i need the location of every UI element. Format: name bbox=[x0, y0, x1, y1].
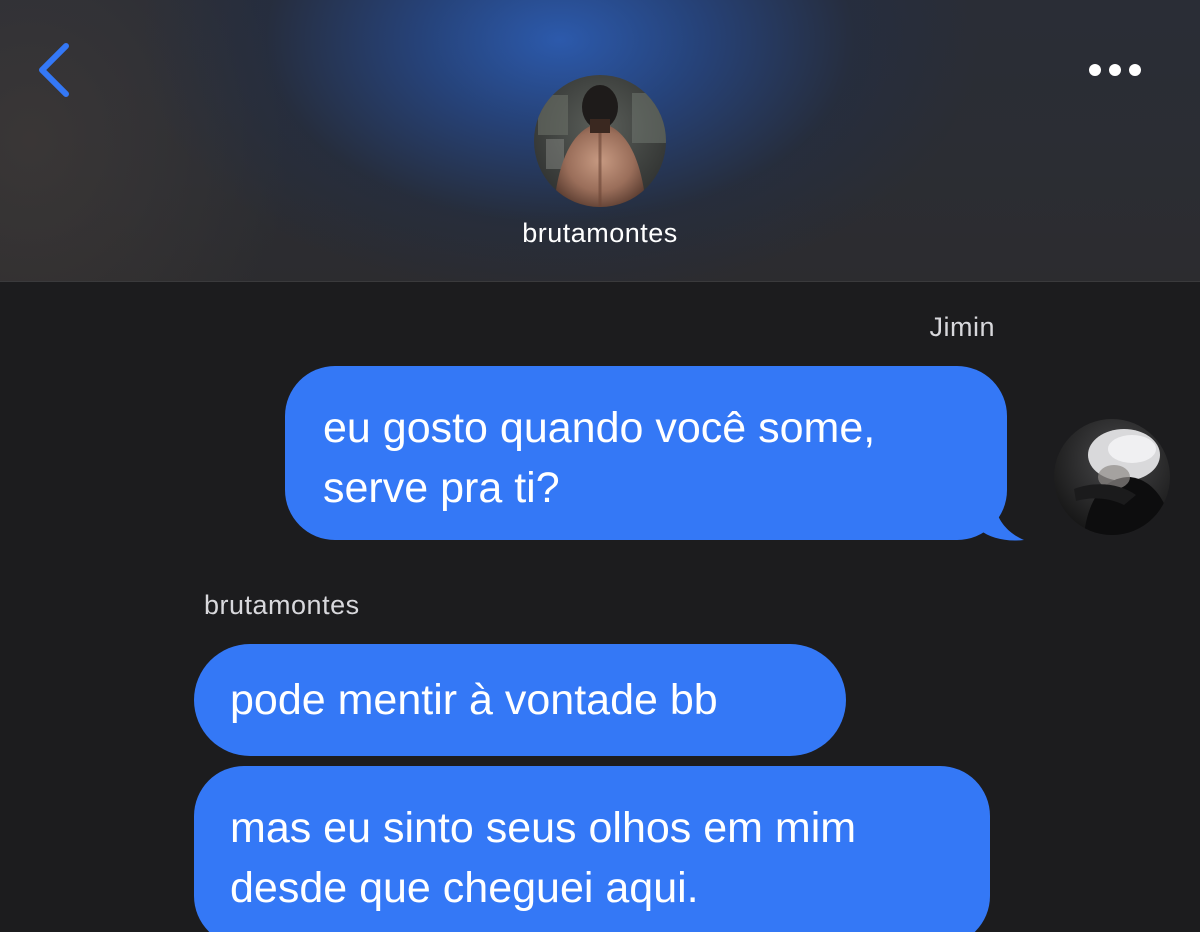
message-sender-label: Jimin bbox=[929, 312, 995, 342]
chat-header: brutamontes bbox=[0, 0, 1200, 282]
contact-name[interactable]: brutamontes bbox=[0, 218, 1200, 249]
sender-avatar-image bbox=[1054, 419, 1170, 535]
ellipsis-icon bbox=[1089, 64, 1141, 76]
message-text-line: mas eu sinto seus olhos em mim bbox=[230, 804, 857, 852]
message-text-line: pode mentir à vontade bb bbox=[230, 676, 718, 724]
chevron-left-icon bbox=[39, 43, 69, 97]
message-bubble-incoming[interactable]: mas eu sinto seus olhos em mim desde que… bbox=[194, 766, 990, 932]
message-text-line: eu gosto quando você some, bbox=[323, 404, 876, 452]
contact-avatar[interactable] bbox=[534, 75, 666, 207]
back-button[interactable] bbox=[28, 34, 84, 106]
message-text-line: desde que cheguei aqui. bbox=[230, 864, 699, 912]
sender-avatar[interactable] bbox=[1054, 419, 1170, 535]
message-sender-label: brutamontes bbox=[204, 590, 360, 620]
contact-avatar-image bbox=[534, 75, 666, 207]
message-text-line: serve pra ti? bbox=[323, 464, 560, 512]
message-bubble-outgoing[interactable]: eu gosto quando você some, serve pra ti? bbox=[285, 366, 1007, 540]
chat-screen: brutamontes Jimin eu gosto quando você s… bbox=[0, 0, 1200, 932]
more-options-button[interactable] bbox=[1080, 52, 1150, 88]
message-bubble-incoming[interactable]: pode mentir à vontade bb bbox=[194, 644, 846, 756]
